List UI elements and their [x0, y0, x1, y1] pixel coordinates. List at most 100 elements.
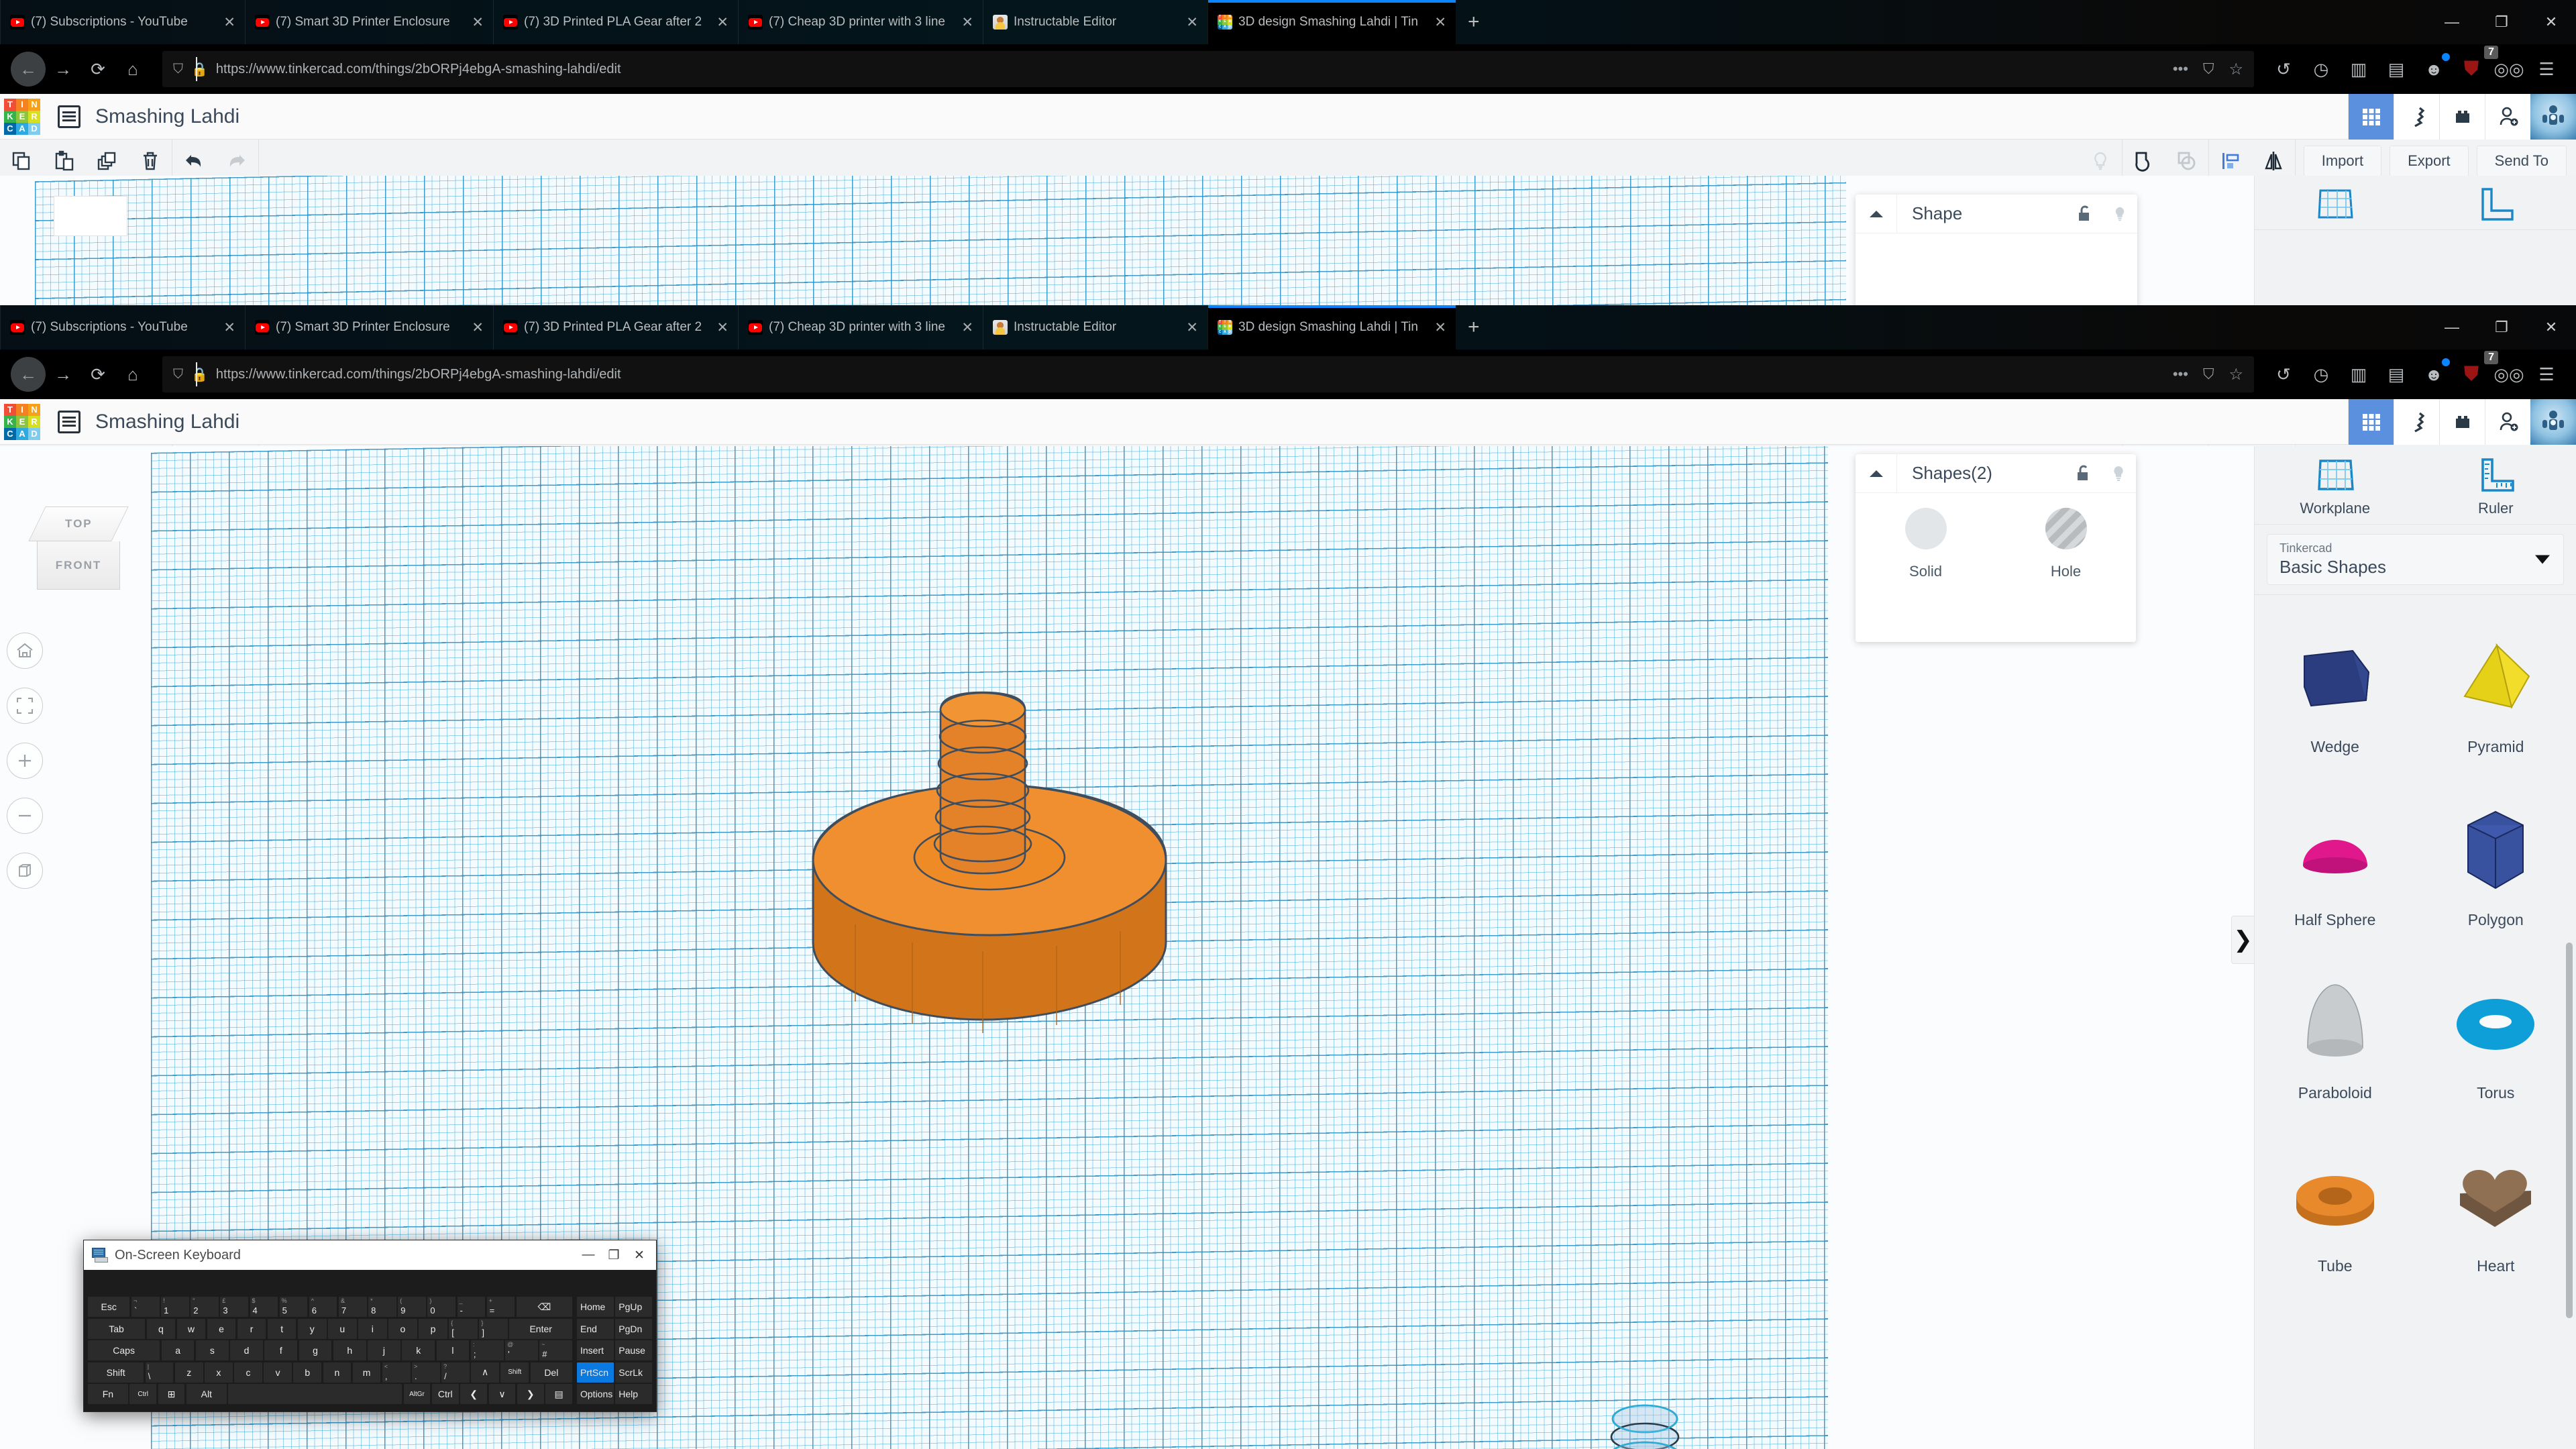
browser-tab[interactable]: TINKERCAD3D design Smashing Lahdi | Tin✕ — [1208, 305, 1456, 350]
collapse-caret-icon[interactable] — [1856, 195, 1897, 233]
shape-library-item[interactable]: Pyramid — [2416, 595, 2576, 768]
key-[interactable]: ⊞ — [158, 1384, 185, 1404]
close-icon[interactable]: ✕ — [1182, 321, 1198, 335]
zoom-in-icon[interactable] — [7, 743, 43, 779]
close-icon[interactable]: ✕ — [1182, 15, 1198, 30]
key-u[interactable]: u — [328, 1319, 357, 1339]
key-6[interactable]: ^6 — [309, 1297, 337, 1317]
key-[interactable]: @' — [505, 1340, 538, 1360]
ruler-tool[interactable]: Ruler — [2416, 446, 2576, 524]
reload-button[interactable]: ⟳ — [80, 357, 115, 392]
osk-title-bar[interactable]: On-Screen Keyboard — ❐ ✕ — [84, 1240, 656, 1270]
key-m[interactable]: m — [353, 1362, 381, 1383]
bricks-icon[interactable] — [2439, 94, 2485, 140]
clock-icon[interactable]: ◷ — [2302, 52, 2340, 87]
shape-type-option[interactable]: Hole — [1996, 493, 2136, 590]
key-end[interactable]: End — [577, 1319, 614, 1339]
tracking-shield-icon[interactable]: ⛉ — [173, 367, 183, 382]
osk-minimize-button[interactable]: — — [576, 1240, 601, 1270]
key-[interactable]: ▤ — [545, 1384, 572, 1404]
key-[interactable]: ❯ — [517, 1384, 544, 1404]
unlock-icon[interactable] — [2066, 454, 2101, 493]
hamburger-menu-icon[interactable]: ☰ — [2528, 52, 2565, 87]
osk-maximize-button[interactable]: ❐ — [601, 1240, 627, 1270]
design-title[interactable]: Smashing Lahdi — [95, 411, 239, 433]
key-k[interactable]: k — [402, 1340, 435, 1360]
osk-close-button[interactable]: ✕ — [627, 1240, 652, 1270]
key-Caps[interactable]: Caps — [88, 1340, 160, 1360]
window-close-button[interactable]: ✕ — [2526, 305, 2576, 350]
view-cube-top-face[interactable]: TOP — [28, 506, 128, 541]
key-7[interactable]: &7 — [339, 1297, 367, 1317]
forward-button[interactable]: → — [46, 52, 80, 87]
workplane-tool-back[interactable] — [2255, 176, 2416, 229]
browser-tab[interactable]: (7) 3D Printed PLA Gear after 2✕ — [493, 305, 738, 350]
library-icon[interactable]: ▥ — [2340, 357, 2377, 392]
key-d[interactable]: d — [230, 1340, 263, 1360]
key-pgup[interactable]: PgUp — [615, 1297, 652, 1317]
key-[interactable]: ∧ — [471, 1362, 499, 1383]
chevron-down-icon[interactable] — [2535, 555, 2550, 564]
zoom-out-icon[interactable] — [7, 798, 43, 834]
close-icon[interactable]: ✕ — [468, 15, 484, 30]
window-restore-button[interactable]: ❐ — [2477, 305, 2526, 350]
key-y[interactable]: y — [298, 1319, 327, 1339]
add-user-icon[interactable] — [2485, 94, 2530, 140]
browser-tab[interactable]: (7) Subscriptions - YouTube✕ — [0, 305, 245, 350]
close-icon[interactable]: ✕ — [957, 321, 973, 335]
key-space[interactable] — [228, 1384, 402, 1404]
key-[interactable]: ⌫ — [517, 1297, 572, 1317]
key-insert[interactable]: Insert — [577, 1340, 614, 1360]
key-AltGr[interactable]: AltGr — [404, 1384, 431, 1404]
key-z[interactable]: z — [175, 1362, 203, 1383]
key-Shift[interactable]: Shift — [88, 1362, 144, 1383]
close-icon[interactable]: ✕ — [957, 15, 973, 30]
key-Esc[interactable]: Esc — [88, 1297, 129, 1317]
sidebar-icon[interactable]: ▤ — [2377, 52, 2415, 87]
key-[interactable]: :; — [471, 1340, 504, 1360]
shapes-panel[interactable]: Shapes(2) SolidHole — [1856, 454, 2136, 642]
page-actions-icon[interactable]: ••• — [2173, 60, 2188, 78]
avatar[interactable] — [2530, 399, 2576, 445]
address-bar-front[interactable]: ⛉ 🔒 https://www.tinkercad.com/things/2bO… — [162, 356, 2254, 392]
on-screen-keyboard-window[interactable]: On-Screen Keyboard — ❐ ✕ Esc¬`!1"2£3$4%5… — [83, 1240, 657, 1412]
key-w[interactable]: w — [177, 1319, 206, 1339]
key-t[interactable]: t — [268, 1319, 297, 1339]
hole-swatch[interactable] — [2045, 508, 2087, 549]
key-f[interactable]: f — [264, 1340, 297, 1360]
browser-tab[interactable]: (7) Smart 3D Printer Enclosure✕ — [245, 0, 493, 44]
grid-icon[interactable] — [2348, 399, 2394, 445]
key-Ctrl[interactable]: Ctrl — [129, 1384, 156, 1404]
lightbulb-icon[interactable] — [2102, 195, 2137, 233]
browser-tab[interactable]: Instructable Editor✕ — [983, 0, 1208, 44]
add-user-icon[interactable] — [2485, 399, 2530, 445]
shapes-panel-header[interactable]: Shapes(2) — [1856, 454, 2136, 493]
shape-library-item[interactable]: Wedge — [2255, 595, 2416, 768]
key-1[interactable]: !1 — [161, 1297, 189, 1317]
back-button[interactable]: ← — [11, 357, 46, 392]
account-icon[interactable]: ☻ — [2415, 357, 2453, 392]
page-actions-icon[interactable]: ••• — [2173, 366, 2188, 383]
key-home[interactable]: Home — [577, 1297, 614, 1317]
back-button[interactable]: ← — [11, 52, 46, 87]
workplane-tool[interactable]: Workplane — [2255, 446, 2416, 524]
key-Alt[interactable]: Alt — [186, 1384, 227, 1404]
lightbulb-icon[interactable] — [2101, 454, 2136, 493]
key-pgdn[interactable]: PgDn — [615, 1319, 652, 1339]
fit-view-icon[interactable] — [7, 688, 43, 724]
key-3[interactable]: £3 — [220, 1297, 248, 1317]
reload-button[interactable]: ⟳ — [80, 52, 115, 87]
shape-library-item[interactable]: Torus — [2416, 941, 2576, 1114]
import-button[interactable]: Import — [2304, 146, 2381, 176]
key-b[interactable]: b — [293, 1362, 321, 1383]
browser-tab[interactable]: TINKERCAD3D design Smashing Lahdi | Tin✕ — [1208, 0, 1456, 44]
close-icon[interactable]: ✕ — [468, 321, 484, 335]
browser-tab[interactable]: (7) 3D Printed PLA Gear after 2✕ — [493, 0, 738, 44]
key-[interactable]: _- — [458, 1297, 486, 1317]
design-title-back[interactable]: Smashing Lahdi — [95, 105, 239, 128]
shape-library-item[interactable]: Paraboloid — [2255, 941, 2416, 1114]
key-c[interactable]: c — [234, 1362, 262, 1383]
account-icon[interactable]: ☻ — [2415, 52, 2453, 87]
browser-tab[interactable]: (7) Subscriptions - YouTube✕ — [0, 0, 245, 44]
key-[interactable]: ¬` — [131, 1297, 160, 1317]
